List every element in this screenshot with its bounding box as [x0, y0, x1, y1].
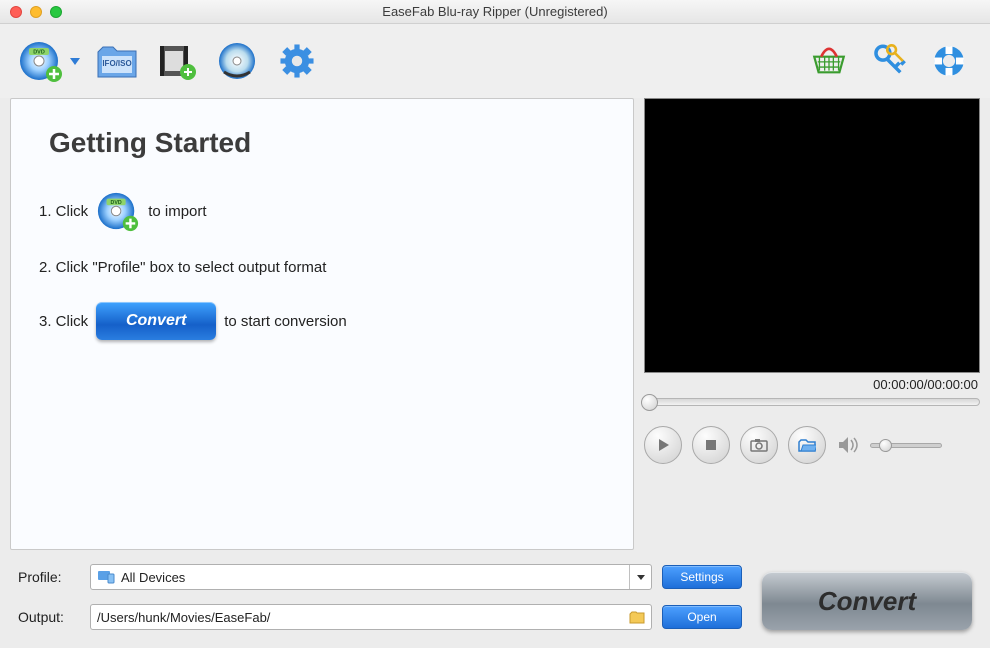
- volume-thumb[interactable]: [879, 439, 892, 452]
- key-icon: [869, 41, 909, 81]
- titlebar: EaseFab Blu-ray Ripper (Unregistered): [0, 0, 990, 24]
- app-window: EaseFab Blu-ray Ripper (Unregistered) DV…: [0, 0, 990, 648]
- help-button[interactable]: [926, 38, 972, 84]
- step-1-disc-icon: DVD: [96, 189, 140, 233]
- player-controls: [644, 426, 980, 464]
- gear-icon: [277, 41, 317, 81]
- getting-started-heading: Getting Started: [49, 127, 605, 159]
- edit-video-button[interactable]: [154, 38, 200, 84]
- main-toolbar: DVD IFO/ISO: [0, 24, 990, 98]
- buy-button[interactable]: [806, 38, 852, 84]
- svg-text:DVD: DVD: [33, 50, 45, 56]
- video-preview: [644, 98, 980, 373]
- speaker-icon: [837, 435, 859, 455]
- lifebuoy-icon: [929, 41, 969, 81]
- bottom-bar: Profile: All Devices Settings Output: /U…: [0, 550, 990, 648]
- basket-icon: [809, 41, 849, 81]
- load-disc-dropdown-caret[interactable]: [70, 58, 80, 65]
- snapshot-button[interactable]: [740, 426, 778, 464]
- open-blue-button[interactable]: Open: [662, 605, 742, 629]
- settings-blue-button[interactable]: Settings: [662, 565, 742, 589]
- content-area: Getting Started 1. Click DVD to import: [0, 98, 990, 550]
- profile-value: All Devices: [121, 570, 185, 585]
- profile-combo[interactable]: All Devices: [90, 564, 652, 590]
- dvd-disc-plus-icon: DVD: [96, 189, 140, 233]
- seek-thumb[interactable]: [641, 394, 658, 411]
- folder-ifo-iso-icon: IFO/ISO: [94, 38, 140, 84]
- profile-row: Profile: All Devices Settings: [18, 564, 742, 590]
- volume-slider[interactable]: [870, 443, 942, 448]
- output-value: /Users/hunk/Movies/EaseFab/: [97, 610, 270, 625]
- step-1-suffix: to import: [148, 203, 206, 220]
- folder-open-icon: [798, 438, 816, 452]
- device-icon: [97, 570, 115, 584]
- dvd-disc-plus-icon: DVD: [18, 38, 64, 84]
- getting-started-panel: Getting Started 1. Click DVD to import: [10, 98, 634, 550]
- camera-icon: [750, 438, 768, 452]
- step-2: 2. Click "Profile" box to select output …: [39, 259, 605, 276]
- step-1-prefix: 1. Click: [39, 203, 88, 220]
- load-disc-button[interactable]: DVD: [18, 38, 64, 84]
- timecode-display: 00:00:00/00:00:00: [644, 373, 980, 398]
- load-ifo-iso-button[interactable]: IFO/ISO: [94, 38, 140, 84]
- register-button[interactable]: [866, 38, 912, 84]
- output-label: Output:: [18, 609, 80, 625]
- output-row: Output: /Users/hunk/Movies/EaseFab/ Open: [18, 604, 742, 630]
- step-3-suffix: to start conversion: [224, 313, 347, 330]
- step-3: 3. Click Convert to start conversion: [39, 302, 605, 340]
- svg-text:DVD: DVD: [111, 200, 122, 206]
- step-2-text: 2. Click "Profile" box to select output …: [39, 259, 326, 276]
- step-1: 1. Click DVD to import: [39, 189, 605, 233]
- play-button[interactable]: [644, 426, 682, 464]
- play-icon: [655, 437, 671, 453]
- preview-panel: 00:00:00/00:00:00: [644, 98, 980, 550]
- volume-icon: [836, 435, 860, 455]
- stop-button[interactable]: [692, 426, 730, 464]
- film-edit-icon: [154, 38, 200, 84]
- snapshot-folder-button[interactable]: [788, 426, 826, 464]
- convert-button[interactable]: Convert: [762, 572, 972, 630]
- step-3-convert-badge: Convert: [96, 302, 216, 340]
- seek-slider[interactable]: [644, 398, 980, 406]
- stop-icon: [704, 438, 718, 452]
- chevron-down-icon: [629, 565, 651, 589]
- profile-label: Profile:: [18, 569, 80, 585]
- merge-button[interactable]: [214, 38, 260, 84]
- step-3-prefix: 3. Click: [39, 313, 88, 330]
- settings-button[interactable]: [274, 38, 320, 84]
- window-title: EaseFab Blu-ray Ripper (Unregistered): [0, 4, 990, 19]
- output-path-field[interactable]: /Users/hunk/Movies/EaseFab/: [90, 604, 652, 630]
- folder-icon: [629, 611, 645, 624]
- svg-text:IFO/ISO: IFO/ISO: [102, 59, 131, 68]
- disc-merge-icon: [214, 38, 260, 84]
